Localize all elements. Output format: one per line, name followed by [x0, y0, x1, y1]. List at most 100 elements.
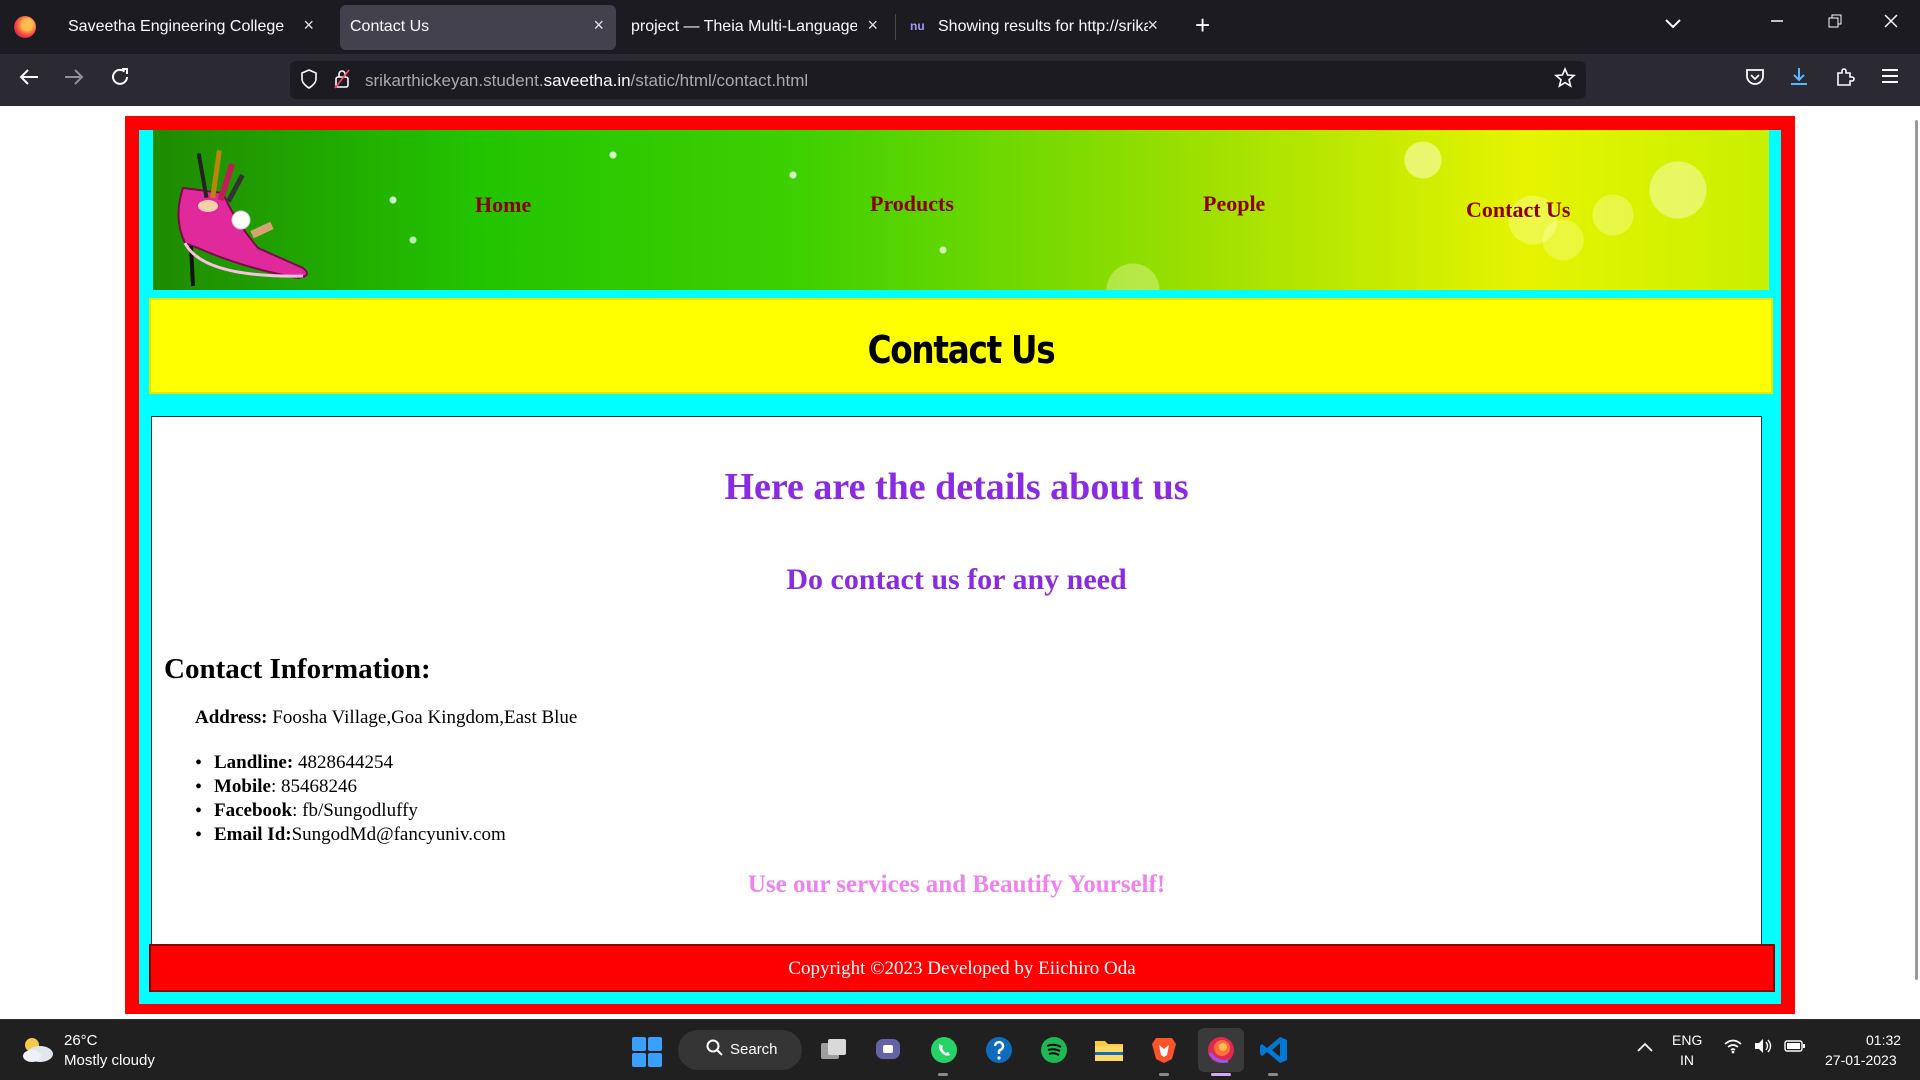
whatsapp-icon[interactable]: [926, 1032, 962, 1068]
tab-separator: [895, 14, 896, 40]
url-path: /static/html/contact.html: [630, 71, 809, 90]
show-hidden-icons-chevron-icon[interactable]: [1636, 1038, 1654, 1058]
file-explorer-icon[interactable]: [1091, 1032, 1127, 1068]
pocket-icon[interactable]: [1744, 66, 1766, 94]
email-value: SungodMd@fancyuniv.com: [291, 824, 506, 845]
restore-icon[interactable]: [1828, 12, 1842, 33]
high-heel-cosmetics-logo: [177, 149, 308, 287]
weather-description[interactable]: Mostly cloudy: [64, 1052, 155, 1069]
downloads-icon[interactable]: [1788, 66, 1810, 94]
clock-time[interactable]: 01:32: [1866, 1032, 1901, 1048]
firefox-logo-icon[interactable]: [14, 16, 36, 38]
page-scrollbar[interactable]: [1915, 120, 1918, 980]
tab-bar: Saveetha Engineering College × Contact U…: [0, 0, 1920, 54]
page-title-band: Contact Us: [149, 298, 1773, 394]
copyright-text: Copyright ©2023 Developed by Eiichiro Od…: [788, 958, 1136, 979]
contact-content-box: Here are the details about us Do contact…: [151, 416, 1762, 956]
brave-browser-icon[interactable]: [1146, 1032, 1182, 1068]
new-tab-button[interactable]: +: [1195, 12, 1210, 38]
outer-red-border: Home Products People Contact Us Contact …: [125, 116, 1795, 1014]
help-icon[interactable]: [981, 1032, 1017, 1068]
close-window-icon[interactable]: [1884, 12, 1898, 33]
list-all-tabs-icon[interactable]: [1664, 14, 1682, 35]
url-bar[interactable]: srikarthickeyan.student.saveetha.in/stat…: [290, 61, 1586, 99]
nav-link-contact-us[interactable]: Contact Us: [1466, 197, 1571, 223]
wifi-icon[interactable]: [1724, 1038, 1742, 1059]
landline-value: 4828644254: [293, 752, 393, 773]
address-line: Address: Foosha Village,Goa Kingdom,East…: [195, 707, 577, 729]
facebook-label: Facebook: [214, 800, 293, 821]
address-label: Address:: [195, 707, 268, 728]
firefox-taskbar-icon[interactable]: [1198, 1028, 1244, 1072]
details-heading: Here are the details about us: [724, 466, 1189, 508]
windows-start-icon[interactable]: [632, 1037, 662, 1067]
back-arrow-icon[interactable]: [18, 66, 40, 94]
tab-label: project — Theia Multi-Language Ex: [631, 18, 857, 35]
running-indicator: [1268, 1073, 1278, 1076]
clock-date[interactable]: 27-01-2023: [1825, 1052, 1897, 1068]
nav-link-products[interactable]: Products: [870, 191, 954, 217]
running-indicator: [938, 1073, 948, 1076]
battery-icon[interactable]: [1784, 1038, 1806, 1058]
inner-cyan-border: Home Products People Contact Us Contact …: [139, 130, 1781, 1004]
list-item-landline: Landline: 4828644254: [195, 751, 506, 775]
url-domain: saveetha.in: [543, 71, 631, 90]
tab-saveetha[interactable]: Saveetha Engineering College ×: [50, 5, 326, 50]
search-icon: [706, 1039, 724, 1062]
site-header: Home Products People Contact Us: [153, 130, 1769, 290]
facebook-value: : fb/Sungodluffy: [292, 800, 418, 821]
close-icon[interactable]: ×: [593, 15, 604, 36]
minimize-icon[interactable]: [1770, 12, 1784, 33]
close-icon[interactable]: ×: [867, 15, 878, 36]
mobile-label: Mobile: [214, 776, 271, 797]
nav-link-home[interactable]: Home: [475, 192, 531, 218]
tab-contact-us[interactable]: Contact Us ×: [340, 5, 616, 50]
tracking-protection-shield-icon[interactable]: [300, 69, 318, 94]
close-icon[interactable]: ×: [303, 15, 314, 36]
list-item-facebook: Facebook: fb/Sungodluffy: [195, 799, 506, 823]
task-view-icon[interactable]: [816, 1032, 852, 1068]
volume-icon[interactable]: [1753, 1038, 1773, 1059]
extensions-puzzle-icon[interactable]: [1834, 66, 1856, 94]
taskbar-search-button[interactable]: Search: [678, 1030, 802, 1070]
spotify-icon[interactable]: [1036, 1032, 1072, 1068]
email-label: Email Id:: [214, 824, 292, 845]
landline-label: Landline:: [214, 752, 294, 773]
input-language[interactable]: ENG: [1672, 1032, 1702, 1048]
active-indicator: [1211, 1073, 1231, 1076]
menu-hamburger-icon[interactable]: [1880, 66, 1900, 92]
vscode-icon[interactable]: [1256, 1032, 1292, 1068]
tab-label: Contact Us: [350, 18, 430, 35]
contact-information-heading: Contact Information:: [164, 653, 431, 685]
url-prefix: srikarthickeyan.student.: [365, 71, 544, 90]
weather-temperature[interactable]: 26°C: [64, 1032, 98, 1049]
search-label: Search: [730, 1041, 778, 1058]
navigation-toolbar: srikarthickeyan.student.saveetha.in/stat…: [0, 54, 1920, 106]
contact-subheading: Do contact us for any need: [786, 563, 1127, 596]
reload-icon[interactable]: [109, 66, 131, 94]
slogan-text: Use our services and Beautify Yourself!: [747, 871, 1166, 898]
nav-link-people[interactable]: People: [1203, 191, 1265, 217]
cloudy-weather-icon[interactable]: [20, 1034, 54, 1064]
forward-arrow-icon[interactable]: [63, 66, 85, 94]
site-info-lock-icon[interactable]: [334, 69, 350, 94]
tab-search-results[interactable]: nu Showing results for http://srikart ×: [900, 5, 1170, 50]
list-item-email: Email Id:SungodMd@fancyuniv.com: [195, 823, 506, 847]
page-viewport: Home Products People Contact Us Contact …: [0, 106, 1920, 1019]
address-value: Foosha Village,Goa Kingdom,East Blue: [267, 707, 578, 728]
list-item-mobile: Mobile: 85468246: [195, 775, 506, 799]
nu-favicon-icon: nu: [910, 19, 925, 33]
input-region[interactable]: IN: [1680, 1052, 1694, 1068]
teams-chat-icon[interactable]: [871, 1032, 907, 1068]
tab-label: Saveetha Engineering College: [68, 18, 285, 35]
tab-theia-project[interactable]: project — Theia Multi-Language Ex ×: [620, 5, 890, 50]
tab-label: Showing results for http://srikart: [938, 18, 1148, 35]
page-title: Contact Us: [867, 328, 1056, 372]
site-footer: Copyright ©2023 Developed by Eiichiro Od…: [149, 944, 1775, 992]
mobile-value: : 85468246: [271, 776, 358, 797]
contact-list: Landline: 4828644254 Mobile: 85468246 Fa…: [195, 751, 506, 847]
close-icon[interactable]: ×: [1147, 15, 1158, 36]
running-indicator: [1159, 1073, 1169, 1076]
bookmark-star-icon[interactable]: [1554, 66, 1576, 95]
url-text[interactable]: srikarthickeyan.student.saveetha.in/stat…: [365, 71, 808, 91]
